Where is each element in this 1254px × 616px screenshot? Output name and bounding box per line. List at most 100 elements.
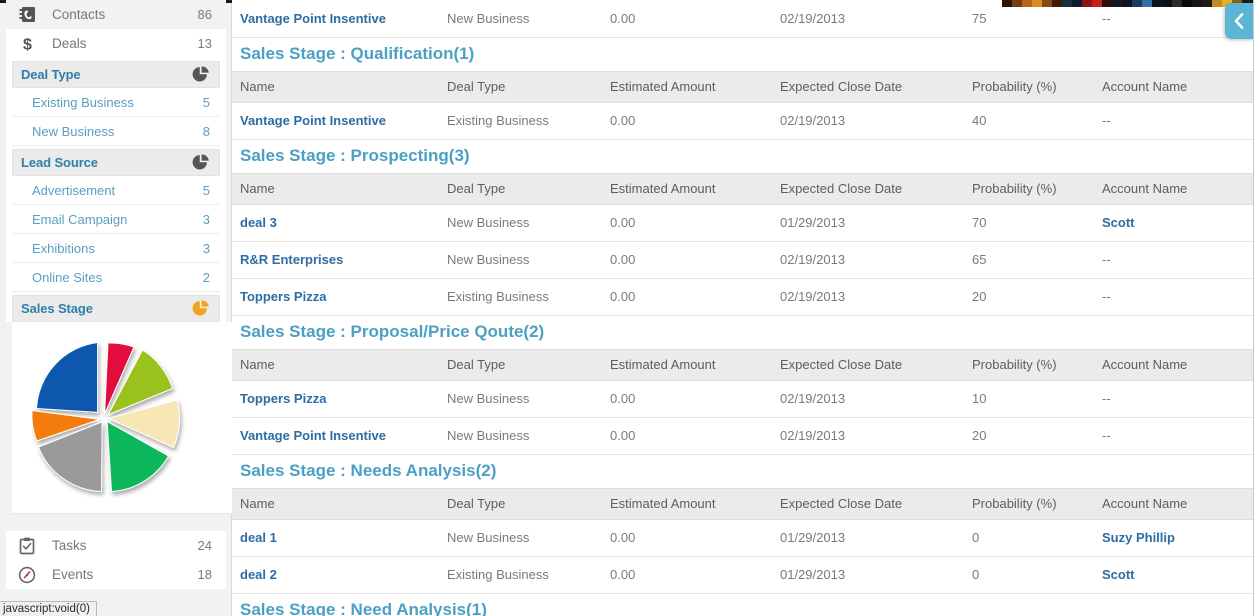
cell-name[interactable]: deal 2	[232, 556, 447, 594]
table-row[interactable]: Vantage Point Insentive New Business 0.00 0…	[232, 0, 1253, 38]
column-header[interactable]: Account Name	[1102, 172, 1253, 205]
pie-chart-icon	[192, 66, 209, 82]
cell-amount: 0.00	[610, 417, 780, 455]
sidebar-group-item-count: 5	[202, 182, 210, 198]
column-header[interactable]: Estimated Amount	[610, 70, 780, 103]
sidebar-group-item-count: 2	[202, 269, 210, 285]
sidebar-group-item[interactable]: Advertisement 5	[12, 176, 220, 205]
column-header[interactable]: Account Name	[1102, 70, 1253, 103]
cell-text: 0.00	[610, 215, 636, 230]
cell-name[interactable]: Toppers Pizza	[232, 278, 447, 316]
column-header[interactable]: Deal Type	[447, 172, 610, 205]
cell-text: New Business	[447, 215, 530, 230]
sidebar-group-item[interactable]: Online Sites 2	[12, 263, 220, 292]
sidebar-group-header-deal-type[interactable]: Deal Type	[12, 61, 220, 88]
column-header[interactable]: Deal Type	[447, 70, 610, 103]
column-header[interactable]: Estimated Amount	[610, 487, 780, 520]
sidebar-module-events[interactable]: Events 18	[6, 560, 226, 589]
column-header[interactable]: Expected Close Date	[780, 172, 972, 205]
sidebar-group-item[interactable]: Existing Business 5	[12, 88, 220, 117]
column-header[interactable]: Expected Close Date	[780, 487, 972, 520]
cell-amount: 0.00	[610, 380, 780, 418]
column-header[interactable]: Expected Close Date	[780, 70, 972, 103]
cell-account[interactable]: Scott	[1102, 204, 1253, 242]
column-header[interactable]: Deal Type	[447, 348, 610, 381]
column-header[interactable]: Name	[232, 172, 447, 205]
column-header[interactable]: Estimated Amount	[610, 172, 780, 205]
cell-name[interactable]: deal 1	[232, 519, 447, 557]
table-row[interactable]: Vantage Point Insentive Existing Business…	[232, 102, 1253, 140]
cell-account[interactable]: Suzy Phillip	[1102, 519, 1253, 557]
sidebar-group-item[interactable]: New Business 8	[12, 117, 220, 146]
section-title: Sales Stage : Prospecting(3)	[240, 146, 470, 165]
pie-chart-icon[interactable]	[192, 300, 209, 317]
table-row[interactable]: Toppers Pizza New Business 0.00 02/19/2013 1…	[232, 380, 1253, 418]
pie-chart-icon[interactable]	[192, 154, 209, 171]
section-title-row: Sales Stage : Need Analysis(1)	[232, 593, 1253, 616]
cell-text: 02/19/2013	[780, 289, 846, 304]
browser-status-bar: javascript:void(0)	[0, 601, 97, 616]
cell-amount: 0.00	[610, 0, 780, 38]
column-header[interactable]: Estimated Amount	[610, 348, 780, 381]
sidebar-group-item[interactable]: Exhibitions 3	[12, 234, 220, 263]
sidebar-group-list-deal-type: Existing Business 5 New Business 8	[12, 88, 220, 146]
cell-close-date: 01/29/2013	[780, 204, 972, 242]
pie-chart-svg[interactable]	[32, 326, 212, 511]
cell-text: 10	[972, 391, 987, 406]
column-header[interactable]: Name	[232, 348, 447, 381]
cell-text: New Business	[447, 391, 530, 406]
cell-name[interactable]: Vantage Point Insentive	[232, 102, 447, 140]
sidebar-group-item[interactable]: Email Campaign 3	[12, 205, 220, 234]
cell-amount: 0.00	[610, 241, 780, 279]
column-header[interactable]: Expected Close Date	[780, 348, 972, 381]
cell-name[interactable]: Vantage Point Insentive	[232, 0, 447, 38]
cell-name[interactable]: R&R Enterprises	[232, 241, 447, 279]
column-header[interactable]: Probability (%)	[972, 70, 1102, 103]
cell-text: deal 3	[240, 215, 277, 230]
cell-text: Toppers Pizza	[240, 391, 327, 406]
cell-name[interactable]: Vantage Point Insentive	[232, 417, 447, 455]
sales-stage-pie-chart[interactable]: Needs Analysis( 2 )	[12, 322, 232, 514]
sidebar-group-header-lead-source[interactable]: Lead Source	[12, 149, 220, 176]
column-header[interactable]: Name	[232, 487, 447, 520]
sidebar-bottom-modules: Tasks 24 Events 18	[6, 531, 226, 589]
column-header[interactable]: Probability (%)	[972, 487, 1102, 520]
table-row[interactable]: deal 1 New Business 0.00 01/29/2013 0 Suzy Ph…	[232, 519, 1253, 557]
sidebar-module-deals[interactable]: $ Deals 13	[6, 29, 226, 58]
column-header[interactable]: Account Name	[1102, 487, 1253, 520]
column-header[interactable]: Probability (%)	[972, 172, 1102, 205]
pie-slice-negotiation-review[interactable]	[35, 341, 99, 413]
pie-chart-icon	[192, 300, 209, 316]
column-header[interactable]: Account Name	[1102, 348, 1253, 381]
cell-text: Scott	[1102, 215, 1135, 230]
sidebar-group-item-label: Email Campaign	[32, 211, 128, 227]
cell-text: --	[1102, 428, 1111, 443]
sidebar-module-tasks[interactable]: Tasks 24	[6, 531, 226, 560]
column-header[interactable]: Deal Type	[447, 487, 610, 520]
deals-table: Vantage Point Insentive New Business 0.00 0…	[232, 0, 1253, 616]
cell-name[interactable]: Toppers Pizza	[232, 380, 447, 418]
sidebar-group-item-count: 8	[202, 123, 210, 139]
table-row[interactable]: Toppers Pizza Existing Business 0.00 02/19/…	[232, 278, 1253, 316]
column-header[interactable]: Name	[232, 70, 447, 103]
pie-slices[interactable]	[32, 341, 181, 493]
table-row[interactable]: Vantage Point Insentive New Business 0.00 0…	[232, 417, 1253, 455]
pie-chart-icon[interactable]	[192, 66, 209, 83]
cell-text: 0	[972, 567, 980, 582]
cell-text: Vantage Point Insentive	[240, 10, 386, 26]
table-row[interactable]: deal 3 New Business 0.00 01/29/2013 70 Scott	[232, 204, 1253, 242]
cell-name[interactable]: deal 3	[232, 204, 447, 242]
sidebar-module-label: Contacts	[52, 7, 106, 22]
cell-text: --	[1102, 289, 1111, 304]
table-row[interactable]: deal 2 Existing Business 0.00 01/29/2013 0 Sc…	[232, 556, 1253, 594]
sidebar-module-label: Tasks	[52, 538, 87, 553]
column-header[interactable]: Probability (%)	[972, 348, 1102, 381]
sidebar-collapse-button[interactable]	[1225, 3, 1253, 39]
table-row[interactable]: R&R Enterprises New Business 0.00 02/19/201…	[232, 241, 1253, 279]
cell-deal-type: New Business	[447, 0, 610, 38]
sidebar-module-contacts[interactable]: Contacts 86	[6, 0, 226, 29]
cell-text: --	[1102, 10, 1111, 26]
sidebar-group-header-sales-stage[interactable]: Sales Stage	[12, 295, 220, 322]
cell-probability: 40	[972, 102, 1102, 140]
cell-account[interactable]: Scott	[1102, 556, 1253, 594]
